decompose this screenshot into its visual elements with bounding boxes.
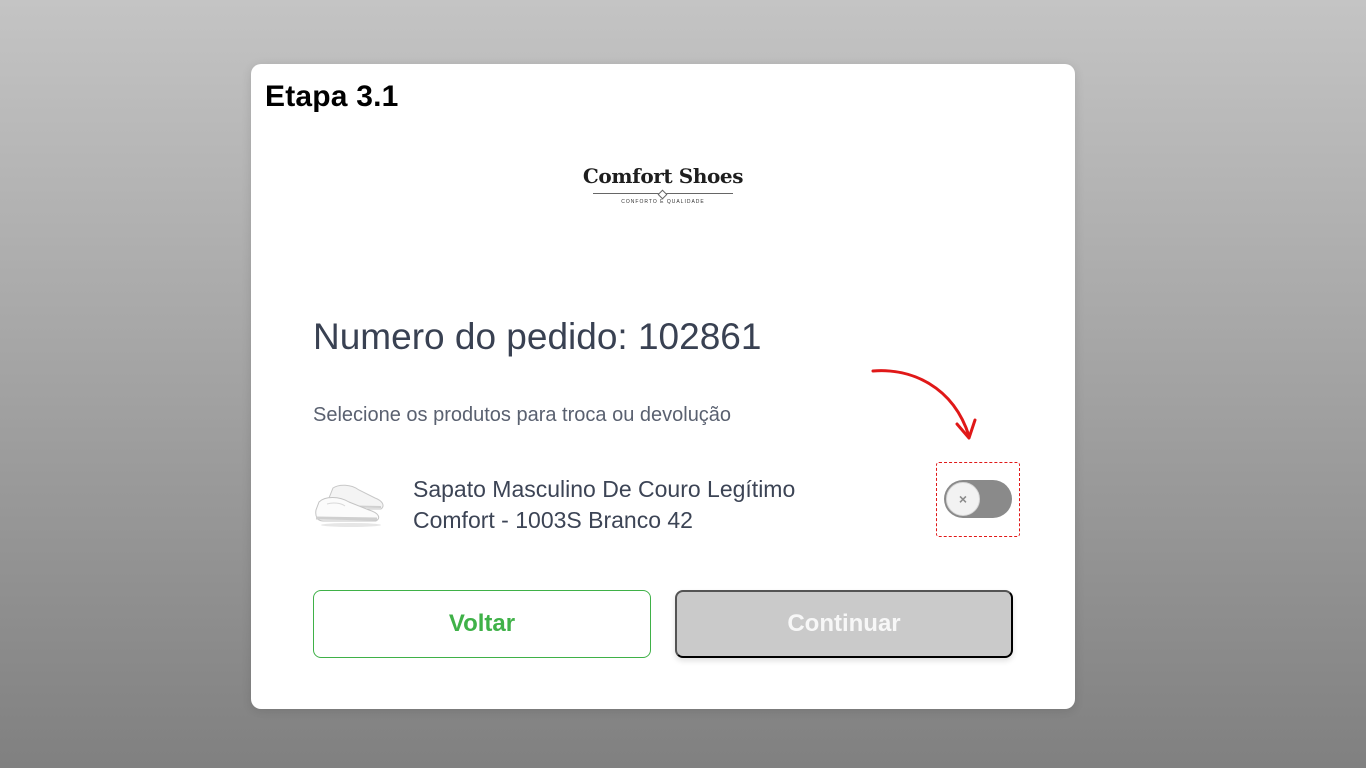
toggle-knob: × — [946, 482, 980, 516]
white-shoes-icon — [315, 484, 384, 527]
product-select-toggle[interactable]: × — [944, 480, 1012, 518]
logo-name: Comfort Shoes — [582, 164, 744, 188]
order-number-title: Numero do pedido: 102861 — [313, 316, 762, 357]
brand-logo: Comfort Shoes CONFORTO E QUALIDADE — [551, 164, 775, 214]
logo-tagline: CONFORTO E QUALIDADE — [621, 199, 705, 205]
product-name-line1: Sapato Masculino De Couro Legítimo — [413, 476, 796, 502]
product-item: Sapato Masculino De Couro Legítimo Comfo… — [313, 466, 1013, 546]
order-card: Etapa 3.1 Comfort Shoes CONFORTO E QUALI… — [251, 64, 1075, 709]
back-button[interactable]: Voltar — [313, 590, 651, 658]
step-label: Etapa 3.1 — [265, 80, 399, 113]
annotation-arrow-icon — [871, 369, 977, 440]
product-name-line2: Comfort - 1003S Branco 42 — [413, 507, 693, 533]
continue-button[interactable]: Continuar — [675, 590, 1013, 658]
close-icon: × — [958, 491, 968, 507]
logo-divider — [593, 191, 733, 197]
instruction-text: Selecione os produtos para troca ou devo… — [313, 404, 732, 426]
product-name: Sapato Masculino De Couro Legítimo Comfo… — [413, 474, 883, 536]
